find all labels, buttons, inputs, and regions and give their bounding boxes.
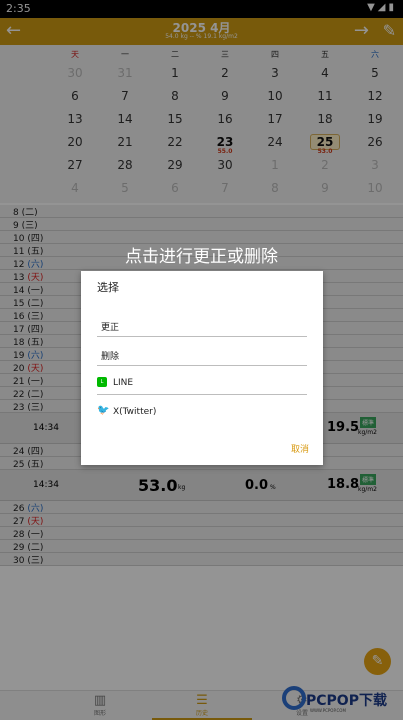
twitter-bird-icon: 🐦 bbox=[97, 405, 110, 416]
dialog-item-label: 更正 bbox=[101, 323, 120, 333]
dialog-item-label: X(Twitter) bbox=[113, 407, 157, 417]
dialog-item-label: 删除 bbox=[101, 352, 120, 362]
dialog-title: 选择 bbox=[97, 281, 119, 294]
dialog-item-twitter[interactable]: 🐦 X(Twitter) bbox=[97, 395, 307, 424]
choice-dialog: 选择 更正 删除 L LINE 🐦 X(Twitter) 取消 bbox=[81, 271, 323, 465]
line-icon: L bbox=[97, 377, 107, 387]
dialog-item-label: LINE bbox=[113, 378, 134, 388]
hint-text: 点击进行更正或删除 bbox=[125, 247, 278, 267]
cancel-button[interactable]: 取消 bbox=[291, 442, 309, 455]
dialog-item-correct[interactable]: 更正 bbox=[97, 308, 307, 337]
dialog-item-delete[interactable]: 删除 bbox=[97, 337, 307, 366]
dialog-item-line[interactable]: L LINE bbox=[97, 366, 307, 395]
